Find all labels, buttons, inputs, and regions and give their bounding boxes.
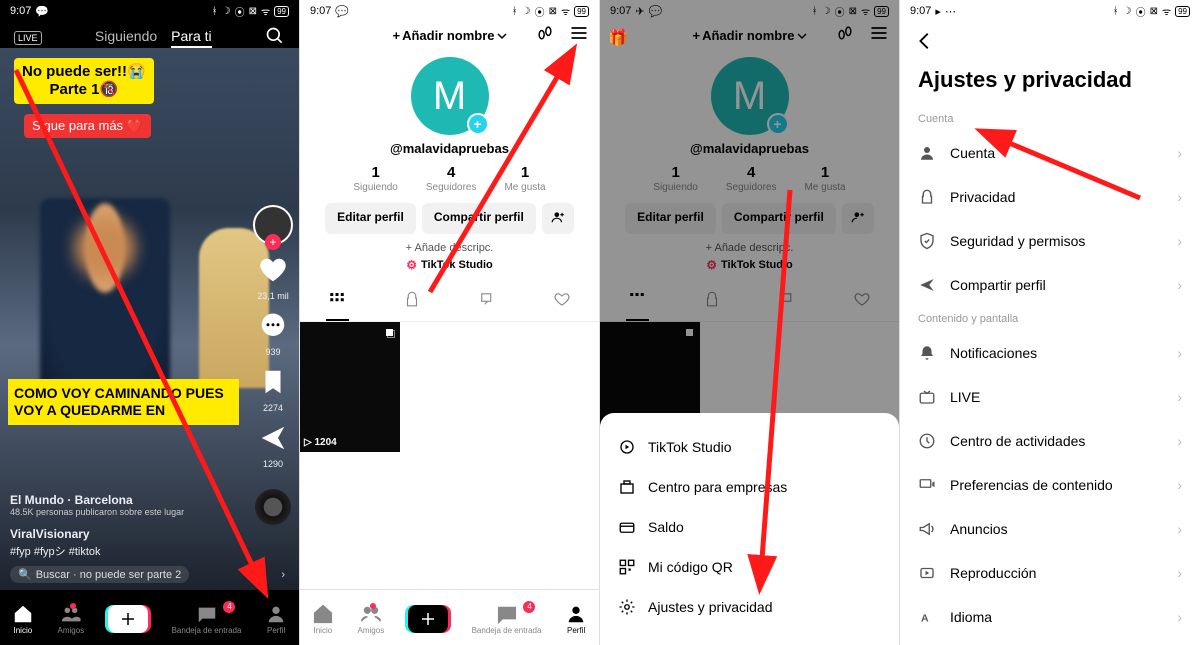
add-friend-button[interactable] [542, 203, 574, 234]
stat-likes[interactable]: 1Me gusta [504, 164, 545, 193]
bottom-nav: Inicio Amigos 4Bandeja de entrada Perfil [0, 589, 299, 645]
caption-overlay: COMO VOY CAMINANDO PUES VOY A QUEDARME E… [8, 379, 239, 425]
profile-tabs [300, 282, 599, 322]
menu-settings-privacy[interactable]: Ajustes y privacidad [600, 587, 899, 627]
wifi-icon: ᯤ [261, 4, 270, 18]
add-description[interactable]: + Añade descripc. [300, 242, 599, 254]
video-meta: El Mundo · Barcelona 48.5K personas publ… [10, 493, 239, 559]
tab-liked[interactable] [524, 282, 599, 321]
tiktok-studio-link[interactable]: ⚙TikTok Studio [300, 258, 599, 272]
author-name[interactable]: ViralVisionary [10, 527, 239, 541]
back-button[interactable] [900, 22, 1200, 61]
settings-live[interactable]: LIVE› [900, 375, 1200, 419]
bookmark-button[interactable]: 2274 [256, 367, 290, 413]
status-bar: 9:07 ▸ ⋯ ᚼ☽⦿⊠ᯤ99 [900, 0, 1200, 22]
sticker-headline: No puede ser!!😭Parte 1🔞 [14, 58, 154, 104]
profile-stats: 1Siguiendo 4Seguidores 1Me gusta [300, 164, 599, 193]
action-rail: 23,1 mil 939 2274 1290 [253, 205, 293, 469]
share-button[interactable]: 1290 [256, 423, 290, 469]
edit-profile-button[interactable]: Editar perfil [325, 203, 416, 234]
share-profile-button[interactable]: Compartir perfil [422, 203, 536, 234]
screen-settings: 9:07 ▸ ⋯ ᚼ☽⦿⊠ᯤ99 Ajustes y privacidad Cu… [900, 0, 1200, 645]
moon-icon: ☽ [222, 6, 231, 17]
search-icon[interactable] [265, 26, 285, 49]
comment-button[interactable]: 939 [256, 311, 290, 357]
settings-preferencias-contenido[interactable]: Preferencias de contenido› [900, 463, 1200, 507]
nav-profile[interactable]: Perfil [565, 603, 587, 635]
menu-tiktok-studio[interactable]: TikTok Studio [600, 427, 899, 467]
feed-topnav: LIVE Siguiendo Para ti [0, 22, 299, 51]
bottom-nav: Inicio Amigos 4Bandeja de entrada Perfil [300, 589, 599, 645]
settings-compartir[interactable]: Compartir perfil› [900, 263, 1200, 307]
stat-followers[interactable]: 4Seguidores [426, 164, 477, 193]
profile-header: + Añadir nombre [300, 22, 599, 49]
location-text[interactable]: El Mundo · Barcelona [10, 493, 239, 507]
menu-qr-code[interactable]: Mi código QR [600, 547, 899, 587]
status-time: 9:07 [10, 5, 31, 17]
multiimage-icon [384, 326, 396, 338]
menu-icon[interactable] [569, 23, 589, 48]
add-name-button[interactable]: + Añadir nombre [392, 28, 506, 43]
vibrate-icon: ⦿ [235, 4, 245, 19]
svg-text:A: A [921, 613, 929, 625]
view-count: ▷ 1204 [304, 437, 337, 448]
video-thumbnail[interactable]: ▷ 1204 [300, 322, 400, 452]
page-title: Ajustes y privacidad [900, 61, 1200, 107]
settings-cuenta[interactable]: Cuenta› [900, 131, 1200, 175]
settings-centro-actividades[interactable]: Centro de actividades› [900, 419, 1200, 463]
sound-disc[interactable] [255, 489, 291, 525]
stat-following[interactable]: 1Siguiendo [353, 164, 397, 193]
settings-tiempo-pantalla[interactable]: Tiempo en pantalla› [900, 639, 1200, 645]
settings-reproduccion[interactable]: Reproducción› [900, 551, 1200, 595]
settings-idioma[interactable]: AIdioma› [900, 595, 1200, 639]
screen-feed: 9:07 💬 ᚼ ☽ ⦿ ⊠ ᯤ 99 LIVE Siguiendo Para … [0, 0, 300, 645]
hashtags[interactable]: #fyp #fypシ #tiktok [10, 543, 239, 559]
nav-create[interactable] [108, 605, 148, 633]
profile-avatar[interactable]: M+ [411, 57, 489, 135]
battery-icon: 99 [274, 6, 289, 17]
settings-notificaciones[interactable]: Notificaciones› [900, 331, 1200, 375]
author-avatar[interactable] [253, 205, 293, 245]
nav-friends[interactable]: Amigos [358, 603, 385, 635]
settings-seguridad[interactable]: Seguridad y permisos› [900, 219, 1200, 263]
tab-posts[interactable] [300, 282, 375, 321]
settings-privacidad[interactable]: Privacidad› [900, 175, 1200, 219]
nav-inbox[interactable]: 4Bandeja de entrada [172, 603, 242, 635]
screen-profile-menu: 9:07 ✈💬 ᚼ☽⦿⊠ᯤ99 🎁 + Añadir nombre M+ @ma… [600, 0, 900, 645]
signal-icon: ⊠ [249, 6, 257, 17]
nav-profile[interactable]: Perfil [265, 603, 287, 635]
status-bar: 9:07 💬 ᚼ ☽ ⦿ ⊠ ᯤ 99 [0, 0, 299, 22]
sticker-follow: Sigue para más ❤️ [24, 114, 151, 138]
nav-home[interactable]: Inicio [312, 603, 334, 635]
following-tab[interactable]: Siguiendo [95, 28, 157, 48]
tab-private[interactable] [375, 282, 450, 321]
live-tab[interactable]: LIVE [14, 31, 42, 45]
bottom-sheet-menu: TikTok Studio Centro para empresas Saldo… [600, 413, 899, 645]
footprint-icon[interactable] [535, 23, 555, 48]
nav-inbox[interactable]: 4Bandeja de entrada [472, 603, 542, 635]
settings-anuncios[interactable]: Anuncios› [900, 507, 1200, 551]
search-suggestion[interactable]: 🔍 Buscar · no puede ser parte 2 › [10, 566, 289, 583]
nav-create[interactable] [408, 605, 448, 633]
section-account: Cuenta [900, 107, 1200, 131]
gift-icon[interactable]: 🎁 [608, 28, 630, 50]
status-bar: 9:07 💬 ᚼ☽⦿⊠ᯤ99 [300, 0, 599, 22]
like-button[interactable]: 23,1 mil [256, 255, 290, 301]
add-avatar-icon[interactable]: + [467, 113, 489, 135]
screen-profile: 9:07 💬 ᚼ☽⦿⊠ᯤ99 + Añadir nombre M+ @malav… [300, 0, 600, 645]
profile-handle[interactable]: @malavidapruebas [300, 141, 599, 156]
section-content: Contenido y pantalla [900, 307, 1200, 331]
menu-business-center[interactable]: Centro para empresas [600, 467, 899, 507]
nav-home[interactable]: Inicio [12, 603, 34, 635]
foryou-tab[interactable]: Para ti [171, 28, 211, 48]
tab-reposts[interactable] [450, 282, 525, 321]
menu-balance[interactable]: Saldo [600, 507, 899, 547]
video-area[interactable]: No puede ser!!😭Parte 1🔞 Sigue para más ❤… [0, 48, 299, 589]
nav-friends[interactable]: Amigos [58, 603, 85, 635]
bluetooth-icon: ᚼ [212, 6, 218, 17]
